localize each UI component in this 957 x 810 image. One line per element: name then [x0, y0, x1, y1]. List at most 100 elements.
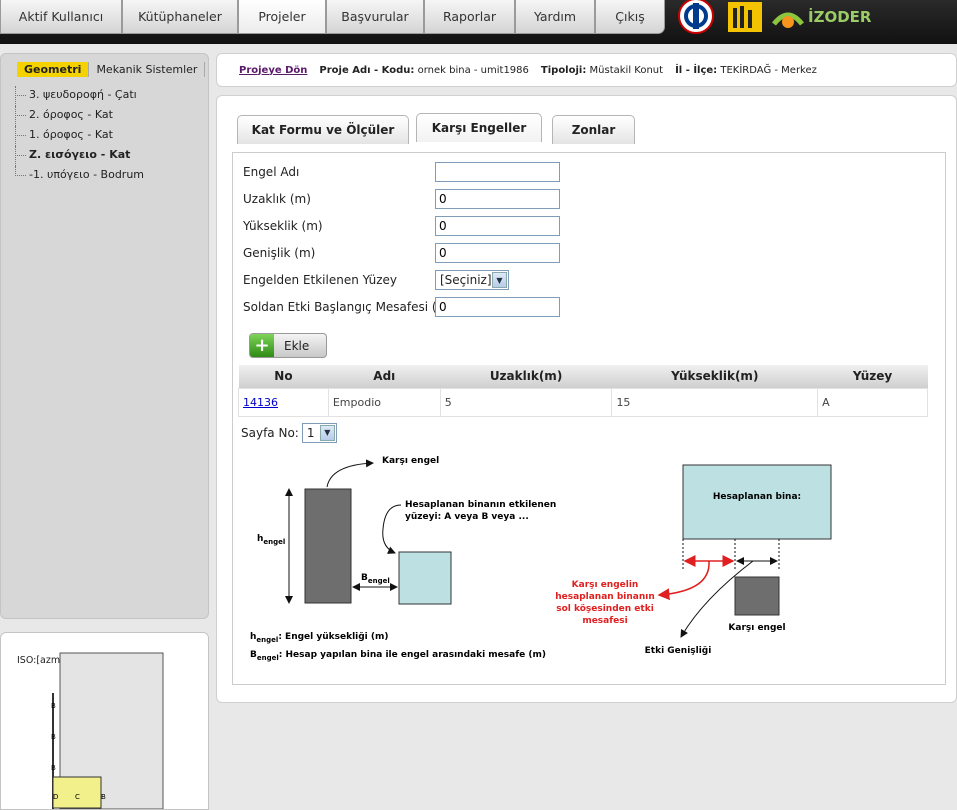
add-button-label: Ekle: [284, 338, 310, 353]
cell-yukseklik: 15: [611, 387, 819, 417]
sidebar-tab-geometri[interactable]: Geometri: [17, 62, 90, 77]
logo-strip: İZODER: [676, 0, 871, 34]
tree-item[interactable]: 1. όροφος - Kat: [11, 126, 144, 146]
tab-basvurular[interactable]: Başvurular: [326, 0, 424, 34]
tab-yardim[interactable]: Yardım: [515, 0, 595, 34]
h-engel-label: hengel: [257, 534, 285, 546]
location-info: İl - İlçe: TEKİRDAĞ - Merkez: [675, 65, 817, 76]
typology-info: Tipoloji: Müstakil Konut: [541, 65, 663, 76]
tree-item-label: Z. εισόγειο - Kat: [29, 148, 131, 161]
b-engel-label: Bengel: [361, 573, 390, 585]
cell-no: 14136: [238, 387, 329, 417]
tab-projeler[interactable]: Projeler: [238, 0, 326, 34]
table-row: 14136 Empodio 5 15 A: [238, 387, 928, 417]
sidebar: Geometri Mekanik Sistemler 3. ψευδοροφή …: [0, 53, 209, 619]
tab-kutuphaneler[interactable]: Kütüphaneler: [122, 0, 238, 34]
etkilenen-yuzey-label-2: yüzeyi: A veya B veya ...: [405, 512, 529, 522]
engel-adi-label: Engel Adı: [243, 165, 300, 179]
engel-adi-input[interactable]: [435, 162, 560, 182]
izoder-brand-text: İZODER: [808, 8, 872, 26]
genislik-input[interactable]: [435, 243, 560, 263]
cell-yuzey: A: [817, 387, 928, 417]
col-no[interactable]: No: [238, 365, 329, 388]
yukseklik-input[interactable]: [435, 216, 560, 236]
col-yuzey[interactable]: Yüzey: [817, 365, 928, 388]
tree-item-label: 2. όροφος - Kat: [29, 108, 113, 121]
cell-uzaklik: 5: [439, 387, 613, 417]
tree-connector: [15, 86, 16, 106]
typology-value: Müstakil Konut: [589, 64, 664, 76]
iso-mark-2: B: [51, 764, 56, 772]
tab-zonlar[interactable]: Zonlar: [552, 115, 635, 144]
iso-mark-1: B: [51, 733, 56, 741]
tree-item[interactable]: 3. ψευδοροφή - Çatı: [11, 86, 144, 106]
iso-mark-5: B: [101, 793, 106, 801]
chevron-down-icon[interactable]: ▼: [319, 425, 335, 441]
yukseklik-label: Yükseklik (m): [243, 219, 323, 233]
col-yukseklik[interactable]: Yükseklik(m): [611, 365, 818, 388]
legend-h: hengel: Engel yüksekliği (m): [250, 632, 389, 644]
project-label: Proje Adı - Kodu:: [319, 64, 415, 76]
soldan-mesafe-label: Soldan Etki Başlangıç Mesafesi (m): [243, 300, 453, 314]
tab-raporlar[interactable]: Raporlar: [424, 0, 515, 34]
etkilenen-yuzey-label-1: Hesaplanan binanın etkilenen: [405, 500, 556, 510]
iso-mark-3: D: [53, 793, 58, 801]
location-label: İl - İlçe:: [675, 64, 718, 76]
yuzey-select-value: [Seçiniz]: [440, 273, 492, 287]
iso-drawing: B B B D C B: [51, 652, 164, 809]
yuzey-select[interactable]: [Seçiniz] ▼: [435, 270, 509, 290]
col-adi[interactable]: Adı: [328, 365, 441, 388]
floor-tree: 3. ψευδοροφή - Çatı 2. όροφος - Kat 1. όρο…: [11, 86, 144, 186]
tab-aktif-kullanici[interactable]: Aktif Kullanıcı: [0, 0, 122, 34]
soldan-mesafe-input[interactable]: [435, 297, 560, 317]
project-header: Projeye Dön Proje Adı - Kodu: ornek bina…: [216, 53, 957, 87]
main-tabs: Aktif Kullanıcı Kütüphaneler Projeler Ba…: [0, 0, 665, 34]
tree-item-label: 3. ψευδοροφή - Çatı: [29, 88, 137, 101]
izoder-logo-icon: [772, 12, 804, 28]
iso-mark-4: C: [75, 793, 80, 801]
sidebar-tab-mekanik[interactable]: Mekanik Sistemler: [89, 62, 206, 77]
genislik-label: Genişlik (m): [243, 246, 316, 260]
pager: Sayfa No: 1 ▼: [241, 423, 337, 443]
karsi-engel-label-2: Karşı engel: [728, 623, 785, 633]
red-label-3: sol köşesinden etki: [556, 604, 654, 614]
legend-b: Bengel: Hesap yapılan bina ile engel ara…: [250, 650, 546, 662]
tree-connector: [15, 175, 26, 176]
red-label-2: hesaplanan binanın: [555, 592, 654, 602]
tree-connector: [15, 155, 26, 156]
plus-icon: +: [250, 334, 274, 357]
tab-karsi-engeller[interactable]: Karşı Engeller: [416, 113, 542, 142]
add-button[interactable]: + Ekle: [249, 333, 327, 358]
table-header-row: No Adı Uzaklık(m) Yükseklik(m) Yüzey: [238, 365, 928, 388]
etki-genisligi-label: Etki Genişliği: [645, 646, 712, 656]
obstacle-table: No Adı Uzaklık(m) Yükseklik(m) Yüzey 141…: [238, 365, 928, 417]
chevron-down-icon[interactable]: ▼: [492, 272, 507, 288]
obstacle-panel: Engel Adı Uzaklık (m) Yükseklik (m) Geni…: [232, 152, 946, 685]
col-uzaklik[interactable]: Uzaklık(m): [440, 365, 612, 388]
tree-item-label: 1. όροφος - Kat: [29, 128, 113, 141]
building-diagram: Hesaplanan bina: Karşı engelin hesaplana…: [555, 464, 832, 656]
yuzey-label: Engelden Etkilenen Yüzey: [243, 273, 397, 287]
karsi-engel-label: Karşı engel: [382, 456, 439, 466]
back-to-project-link[interactable]: Projeye Dön: [239, 65, 307, 76]
main-content: Kat Formu ve Ölçüler Karşı Engeller Zonl…: [216, 95, 957, 703]
red-label-1: Karşı engelin: [572, 580, 639, 590]
typology-label: Tipoloji:: [540, 64, 587, 76]
red-label-4: mesafesi: [582, 616, 627, 626]
uzaklik-input[interactable]: [435, 189, 560, 209]
ministry-logo-icon: [678, 0, 714, 34]
tree-item[interactable]: 2. όροφος - Kat: [11, 106, 144, 126]
obstacle-id-link[interactable]: 14136: [243, 396, 278, 409]
tab-kat-formu[interactable]: Kat Formu ve Ölçüler: [237, 115, 409, 144]
sidebar-tabs: Geometri Mekanik Sistemler: [17, 62, 206, 77]
iso-preview: ISO:[azm:p+0,inc:0], RT:30,7 B B B D C B: [0, 632, 209, 810]
tree-item[interactable]: -1. υπόγειο - Bodrum: [11, 166, 144, 186]
tree-connector: [15, 115, 26, 116]
page-select[interactable]: 1 ▼: [301, 423, 337, 443]
tree-connector: [15, 106, 16, 126]
location-value: TEKİRDAĞ - Merkez: [720, 64, 817, 76]
tree-item[interactable]: Z. εισόγειο - Kat: [11, 146, 144, 166]
uzaklik-label: Uzaklık (m): [243, 192, 311, 206]
tab-cikis[interactable]: Çıkış: [595, 0, 665, 34]
cell-adi: Empodio: [327, 387, 441, 417]
